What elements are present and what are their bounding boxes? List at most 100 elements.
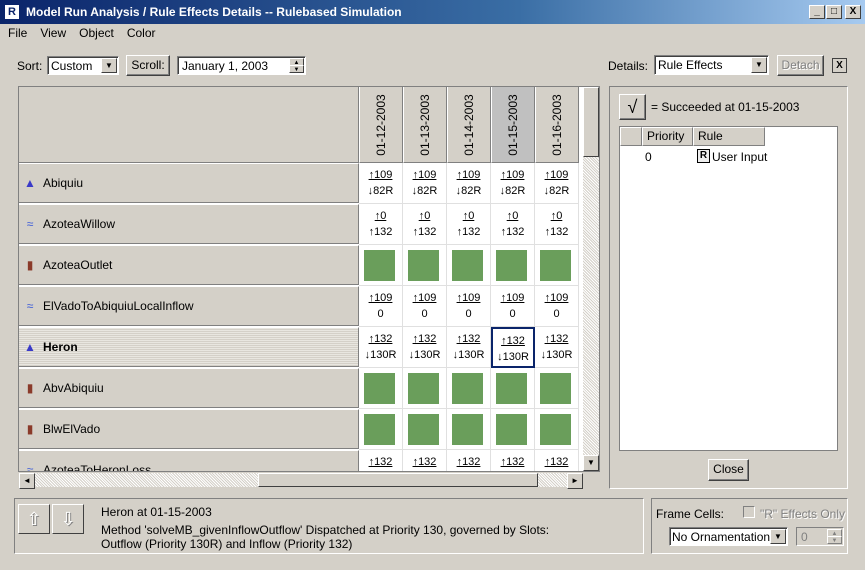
chevron-down-icon[interactable]: ▼ [751,57,767,73]
date-spinner[interactable]: January 1, 2003 ▲ ▼ [177,56,306,75]
ornamentation-select[interactable]: No Ornamentation ▼ [669,527,788,546]
grid-cell[interactable]: ↑109 ↓82R [359,163,403,204]
horizontal-scroll-thumb[interactable] [258,473,538,487]
grid-cell[interactable] [491,368,535,409]
row-header[interactable]: ▮ AzoteaOutlet [19,245,359,285]
column-header-date[interactable]: 01-13-2003 [403,87,447,163]
effect-block [496,414,527,445]
vertical-scrollbar[interactable]: ▼ [583,87,599,471]
grid-cell[interactable] [403,368,447,409]
grid-cell[interactable]: ↑132 [447,450,491,471]
grid-cell[interactable]: ↑132 [403,450,447,471]
grid-cell[interactable]: ↑0 ↑132 [447,204,491,245]
close-details-icon[interactable]: X [832,58,847,73]
rule-row[interactable]: 0 R User Input [620,148,837,166]
grid-cell[interactable] [447,409,491,450]
grid-cell[interactable] [535,409,579,450]
row-header[interactable]: ▮ AbvAbiquiu [19,368,359,408]
sort-select[interactable]: Custom ▼ [47,56,119,75]
row-header[interactable]: ▮ BlwElVado [19,409,359,449]
column-header-date[interactable]: 01-15-2003 [491,87,535,163]
cell-priority-upper: ↑132 [500,456,525,468]
grid-cell[interactable] [535,368,579,409]
grid-cell[interactable]: ↑132 ↓130R [447,327,491,368]
cell-priority-upper: ↑109 [500,292,525,304]
chevron-down-icon[interactable]: ▼ [101,58,117,73]
scroll-right-icon[interactable]: ► [567,473,583,489]
rule-header[interactable]: Rule [693,127,765,146]
grid-cell[interactable]: ↑132 [359,450,403,471]
grid-cell[interactable]: ↑132 ↓130R [535,327,579,368]
row-object-name: AzoteaWillow [43,217,116,231]
maximize-button[interactable]: □ [826,5,842,19]
detach-button[interactable]: Detach [777,55,824,76]
grid-cell[interactable]: ↑109 0 [491,286,535,327]
grid-cell[interactable]: ↑109 ↓82R [491,163,535,204]
grid-cell[interactable]: ↑132 ↓130R [403,327,447,368]
grid-cell[interactable]: ↑0 ↑132 [403,204,447,245]
row-header[interactable]: ≈ ElVadoToAbiquiuLocalInflow [19,286,359,326]
scroll-left-icon[interactable]: ◄ [19,473,35,489]
grid-cell[interactable] [359,368,403,409]
grid-cell[interactable]: ↑0 ↑132 [359,204,403,245]
grid-cell[interactable]: ↑132 [535,450,579,471]
cell-priority-lower: ↓130R [540,349,573,361]
grid-cell[interactable] [403,245,447,286]
menu-file[interactable]: File [0,26,32,40]
grid-cell[interactable]: ↑132 ↓130R [491,327,535,368]
priority-header[interactable]: Priority [642,127,693,146]
rule-name: User Input [712,150,768,164]
details-select[interactable]: Rule Effects ▼ [654,55,769,75]
row-header[interactable]: ≈ AzoteaWillow [19,204,359,244]
r-effects-checkbox[interactable] [743,506,755,518]
cell-priority-lower: 0 [509,308,516,320]
close-button[interactable]: Close [708,459,749,481]
column-header-date[interactable]: 01-16-2003 [535,87,579,163]
frame-spinner[interactable]: 0 ▲ ▼ [796,527,844,546]
next-down-arrow-icon[interactable]: ⇩ [52,504,84,534]
scroll-down-icon[interactable]: ▼ [583,455,599,471]
grid-cell[interactable] [403,409,447,450]
grid-cell[interactable]: ↑109 ↓82R [447,163,491,204]
column-header-date[interactable]: 01-12-2003 [359,87,403,163]
spin-down-icon[interactable]: ▼ [827,536,842,544]
grid-cell[interactable] [447,368,491,409]
details-value: Rule Effects [658,58,723,72]
minimize-button[interactable]: _ [809,5,825,19]
grid-cell[interactable] [491,245,535,286]
grid-cell[interactable] [447,245,491,286]
vertical-scroll-thumb[interactable] [583,87,599,157]
effect-block [408,414,439,445]
grid-cell[interactable]: ↑109 ↓82R [403,163,447,204]
check-icon[interactable]: √ [619,94,646,120]
grid-cell[interactable]: ↑109 ↓82R [535,163,579,204]
close-window-button[interactable]: X [845,5,861,19]
row-header[interactable]: ≈ AzoteaToHeronLoss [19,450,359,471]
grid-cell[interactable] [535,245,579,286]
horizontal-scrollbar[interactable]: ◄ ► [18,472,584,489]
grid-cell[interactable]: ↑109 0 [535,286,579,327]
grid-cell[interactable]: ↑132 [491,450,535,471]
grid-cell[interactable]: ↑109 0 [447,286,491,327]
grid-cell[interactable]: ↑132 ↓130R [359,327,403,368]
effect-block [452,373,483,404]
spin-down-icon[interactable]: ▼ [289,65,304,73]
date-value: January 1, 2003 [182,59,269,73]
sort-value: Custom [51,59,93,73]
menu-view[interactable]: View [32,26,71,40]
grid-cell[interactable]: ↑0 ↑132 [535,204,579,245]
grid-cell[interactable] [359,245,403,286]
menu-color[interactable]: Color [119,26,161,40]
row-header[interactable]: ▲ Abiquiu [19,163,359,203]
chevron-down-icon[interactable]: ▼ [770,529,786,544]
column-header-date[interactable]: 01-14-2003 [447,87,491,163]
menu-object[interactable]: Object [71,26,119,40]
grid-cell[interactable] [359,409,403,450]
scroll-button[interactable]: Scroll: [126,55,170,76]
row-header[interactable]: ▲ Heron [19,327,359,367]
grid-cell[interactable]: ↑0 ↑132 [491,204,535,245]
previous-up-arrow-icon[interactable]: ⇧ [18,504,50,534]
grid-cell[interactable] [491,409,535,450]
grid-cell[interactable]: ↑109 0 [403,286,447,327]
grid-cell[interactable]: ↑109 0 [359,286,403,327]
